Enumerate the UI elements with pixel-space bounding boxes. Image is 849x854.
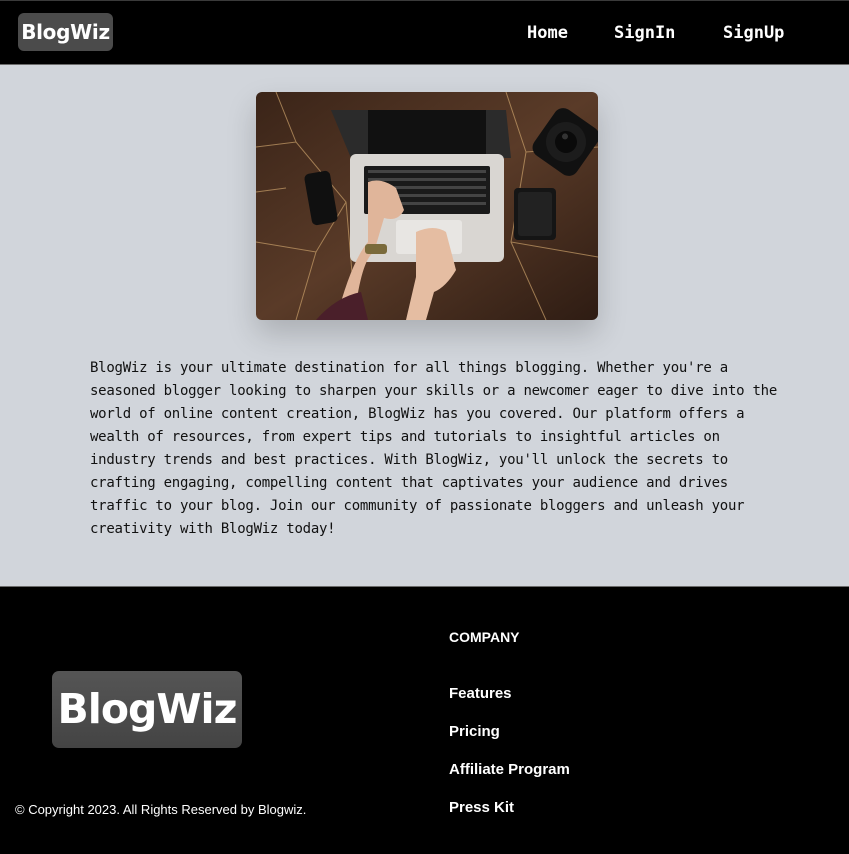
header-logo[interactable]: BlogWiz	[18, 13, 113, 51]
footer-link-press-kit[interactable]: Press Kit	[449, 799, 514, 816]
hero-image	[256, 92, 598, 320]
footer-link-features[interactable]: Features	[449, 685, 512, 702]
site-header: BlogWiz Home SignIn SignUp	[0, 0, 849, 65]
laptop-desk-illustration	[256, 92, 598, 320]
nav-signin-link[interactable]: SignIn	[614, 23, 675, 43]
copyright-text: © Copyright 2023. All Rights Reserved by…	[15, 802, 307, 817]
nav-home-link[interactable]: Home	[527, 23, 568, 43]
site-footer: BlogWiz © Copyright 2023. All Rights Res…	[0, 586, 849, 854]
footer-link-affiliate-program[interactable]: Affiliate Program	[449, 761, 570, 778]
blog-description: BlogWiz is your ultimate destination for…	[90, 360, 778, 537]
footer-link-pricing[interactable]: Pricing	[449, 723, 500, 740]
footer-logo[interactable]: BlogWiz	[52, 671, 242, 748]
company-heading: COMPANY	[449, 629, 520, 645]
nav-signup-link[interactable]: SignUp	[723, 23, 784, 43]
